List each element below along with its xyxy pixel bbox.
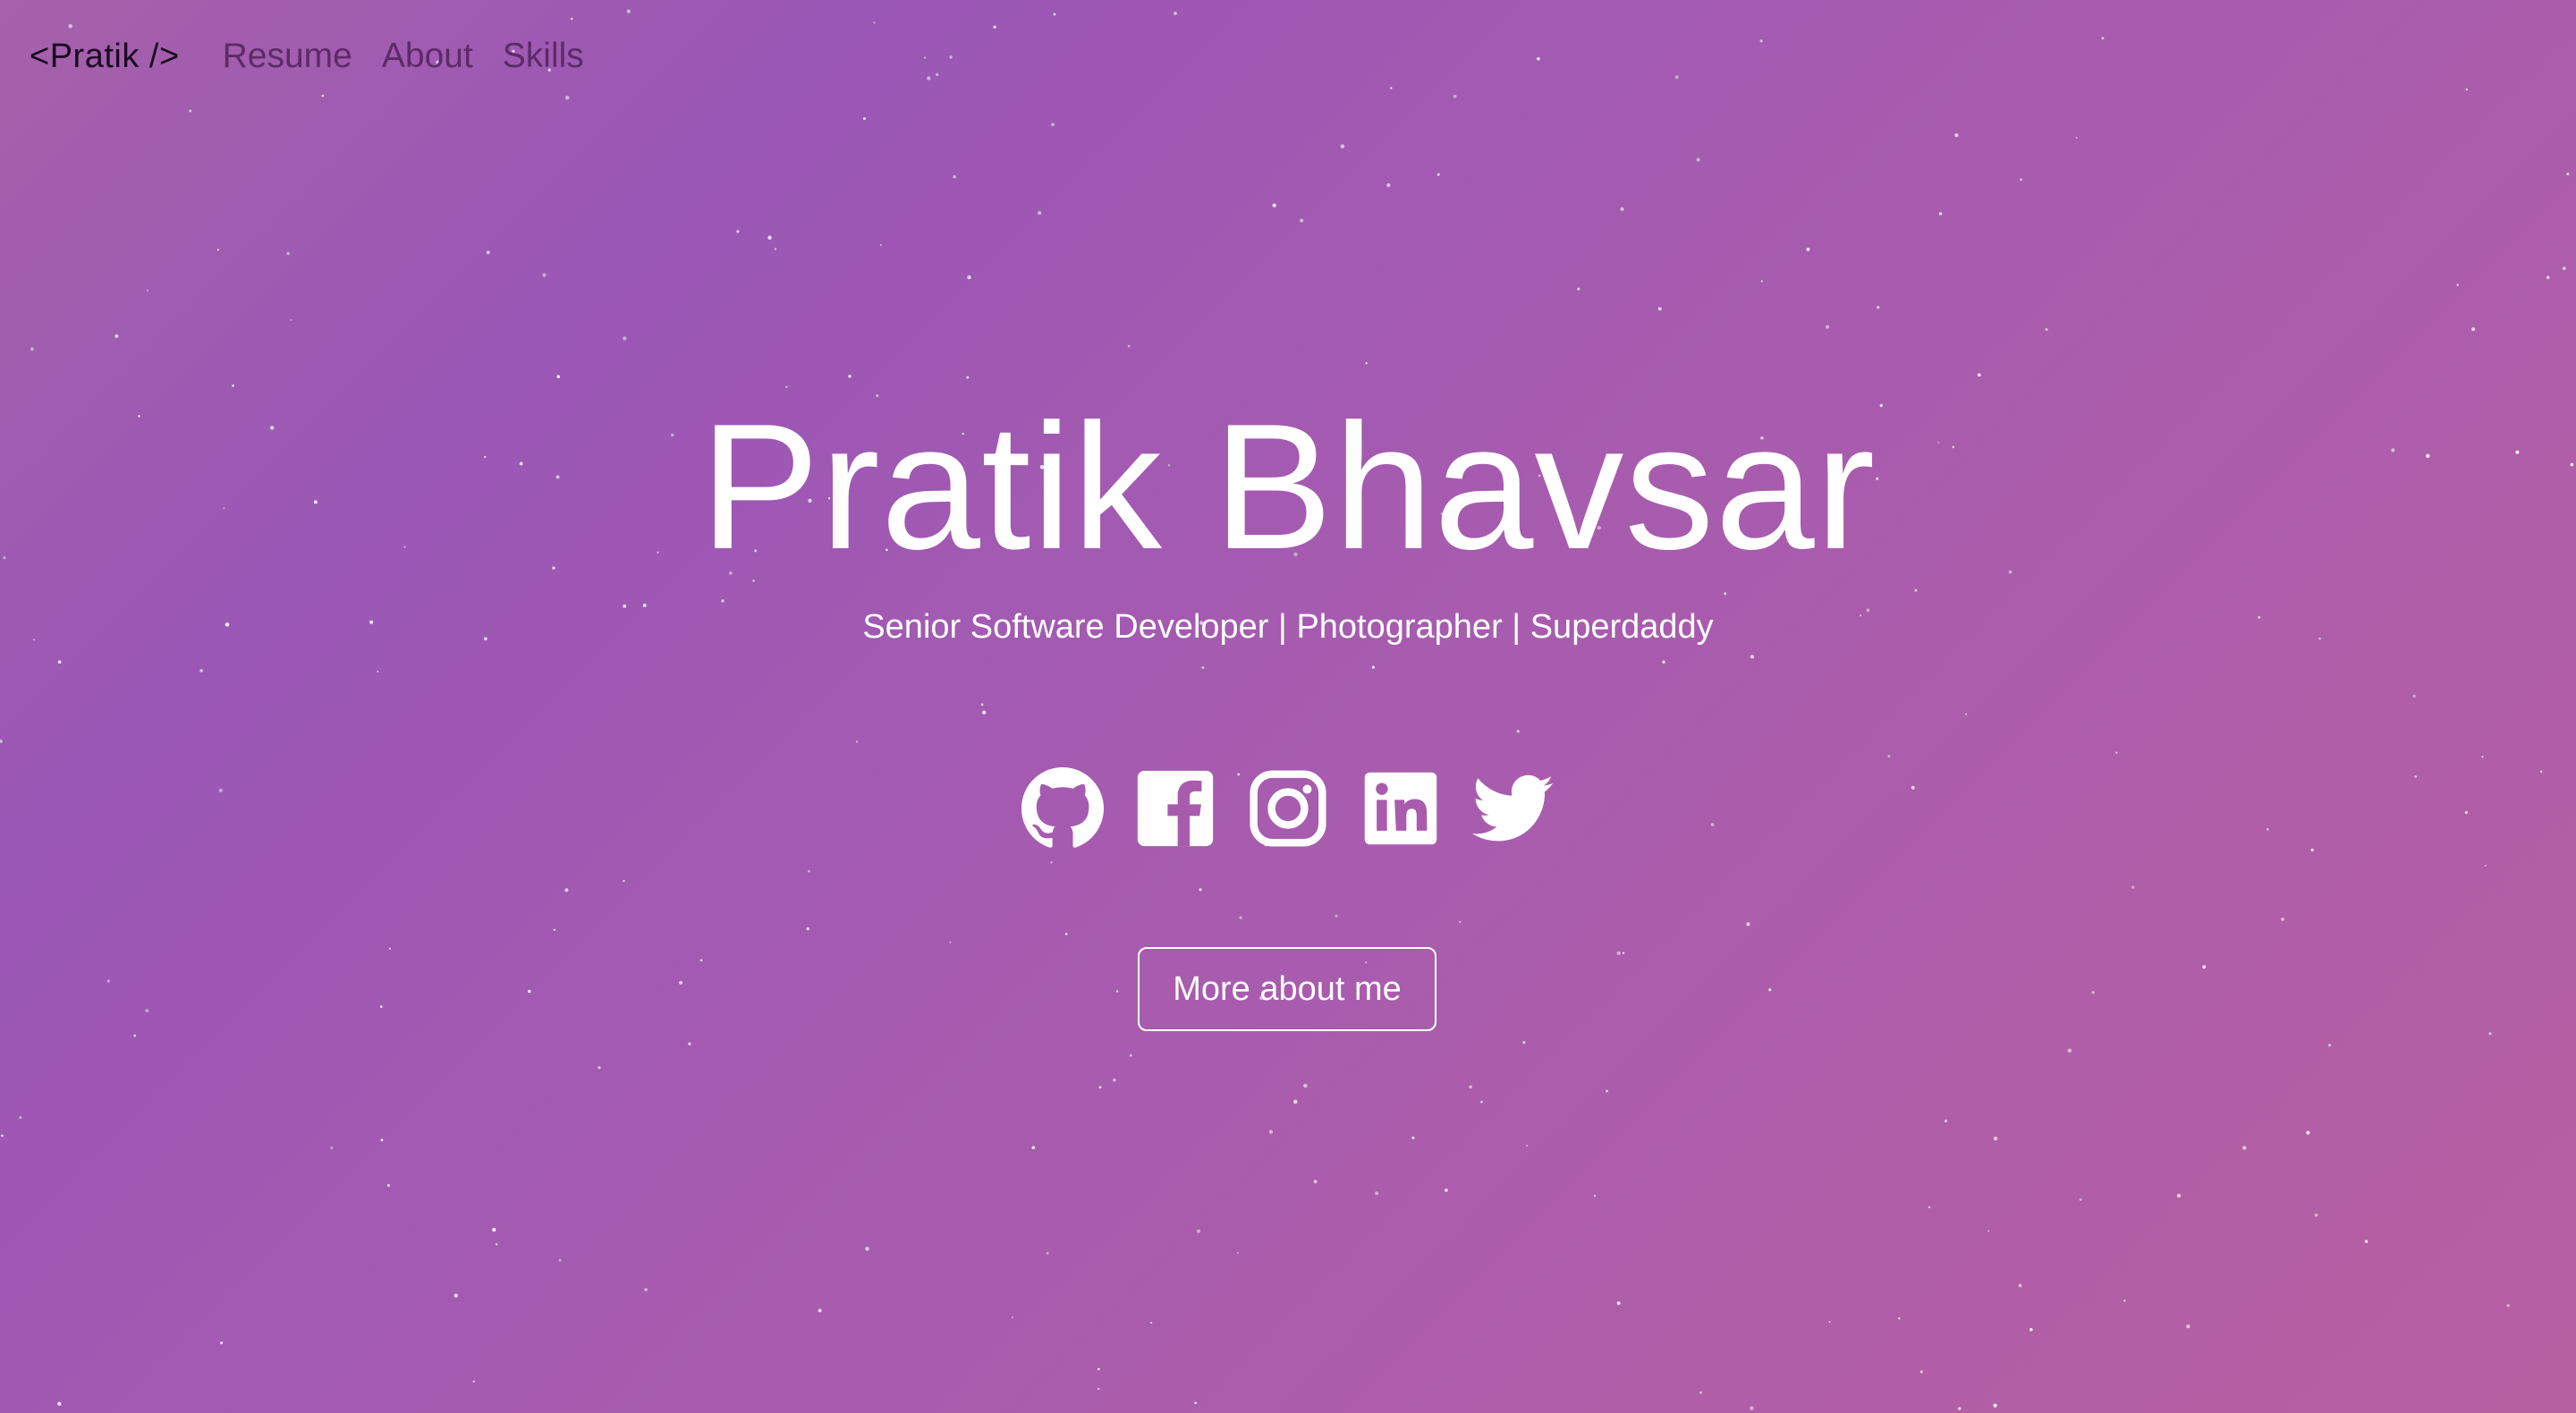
twitter-link[interactable]	[1472, 769, 1555, 851]
more-about-me-button[interactable]: More about me	[1138, 947, 1436, 1031]
twitter-icon	[1472, 767, 1555, 854]
github-icon	[1021, 766, 1104, 854]
hero-section: Pratik Bhavsar Senior Software Developer…	[0, 0, 2576, 1413]
linkedin-icon	[1360, 767, 1442, 854]
github-link[interactable]	[1021, 766, 1104, 854]
instagram-icon	[1247, 767, 1329, 854]
instagram-link[interactable]	[1247, 769, 1329, 851]
facebook-link[interactable]	[1134, 769, 1216, 851]
social-links	[0, 766, 2576, 854]
facebook-icon	[1134, 767, 1216, 854]
linkedin-link[interactable]	[1360, 769, 1442, 851]
hero-tagline: Senior Software Developer | Photographer…	[862, 608, 1714, 646]
hero-name: Pratik Bhavsar	[699, 387, 1877, 587]
